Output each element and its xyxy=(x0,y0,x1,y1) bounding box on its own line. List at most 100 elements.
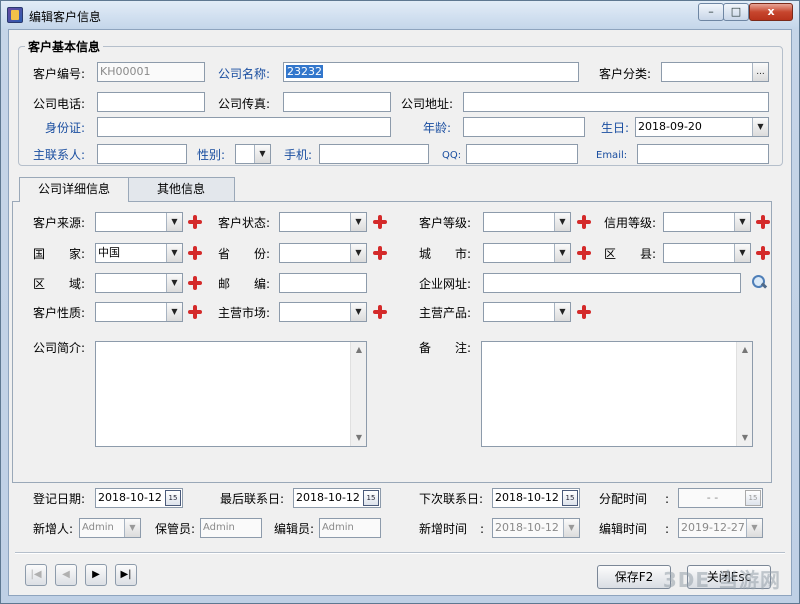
chevron-down-icon[interactable]: ▼ xyxy=(554,303,570,321)
intro-textarea[interactable]: ▲ ▼ xyxy=(95,341,367,447)
add-province-icon[interactable] xyxy=(373,246,387,260)
mobile-field[interactable] xyxy=(319,144,429,164)
add-county-icon[interactable] xyxy=(756,246,770,260)
creator-label: 新增人: xyxy=(33,522,74,536)
email-field[interactable] xyxy=(637,144,769,164)
province-select[interactable]: ▼ xyxy=(279,243,367,263)
phone-field[interactable] xyxy=(97,92,205,112)
assign-time-label: 分配时间 xyxy=(599,492,648,506)
fax-field[interactable] xyxy=(283,92,391,112)
next-record-button[interactable]: ▶ xyxy=(85,564,107,586)
create-time-picker[interactable]: 2018-10-12 ▼ xyxy=(492,518,580,538)
add-source-icon[interactable] xyxy=(188,215,202,229)
add-nature-icon[interactable] xyxy=(188,305,202,319)
credit-select[interactable]: ▼ xyxy=(663,212,751,232)
birthday-value: 2018-09-20 xyxy=(638,120,702,133)
prev-record-button[interactable]: ◀ xyxy=(55,564,77,586)
chevron-down-icon[interactable]: ▼ xyxy=(734,213,750,231)
assign-time-picker[interactable]: - - 15 xyxy=(678,488,763,508)
add-city-icon[interactable] xyxy=(577,246,591,260)
chevron-down-icon[interactable]: ▼ xyxy=(752,118,768,136)
last-contact-picker[interactable]: 2018-10-12 15 xyxy=(293,488,381,508)
app-icon xyxy=(7,7,23,23)
id-card-field[interactable] xyxy=(97,117,391,137)
edit-time-picker[interactable]: 2019-12-27 ▼ xyxy=(678,518,763,538)
add-status-icon[interactable] xyxy=(373,215,387,229)
qq-field[interactable] xyxy=(466,144,578,164)
reg-date-picker[interactable]: 2018-10-12 15 xyxy=(95,488,183,508)
county-select[interactable]: ▼ xyxy=(663,243,751,263)
market-label: 主营市场: xyxy=(218,306,271,320)
gender-select[interactable]: ▼ xyxy=(235,144,271,164)
chevron-down-icon[interactable]: ▼ xyxy=(166,244,182,262)
maximize-button[interactable]: □ xyxy=(723,3,749,21)
chevron-down-icon[interactable]: ▼ xyxy=(734,244,750,262)
city-label: 城 市: xyxy=(419,247,472,261)
level-select[interactable]: ▼ xyxy=(483,212,571,232)
calendar-icon[interactable]: 15 xyxy=(745,490,761,506)
website-field[interactable] xyxy=(483,273,741,293)
level-label: 客户等级: xyxy=(419,216,472,230)
nature-select[interactable]: ▼ xyxy=(95,302,183,322)
add-market-icon[interactable] xyxy=(373,305,387,319)
last-record-button[interactable]: ▶| xyxy=(115,564,137,586)
add-region-icon[interactable] xyxy=(188,276,202,290)
add-level-icon[interactable] xyxy=(577,215,591,229)
city-select[interactable]: ▼ xyxy=(483,243,571,263)
gender-label: 性别: xyxy=(197,148,226,162)
postcode-field[interactable] xyxy=(279,273,367,293)
creator-value: Admin xyxy=(82,522,114,533)
address-field[interactable] xyxy=(463,92,769,112)
birthday-picker[interactable]: 2018-09-20 ▼ xyxy=(635,117,769,137)
category-browse-button[interactable]: ... xyxy=(752,63,768,81)
chevron-down-icon[interactable]: ▼ xyxy=(350,213,366,231)
edit-time-value: 2019-12-27 xyxy=(681,521,745,534)
region-select[interactable]: ▼ xyxy=(95,273,183,293)
company-name-field[interactable]: 23232 xyxy=(283,62,579,82)
chevron-down-icon[interactable]: ▼ xyxy=(350,244,366,262)
calendar-icon[interactable]: 15 xyxy=(363,490,379,506)
chevron-down-icon[interactable]: ▼ xyxy=(563,519,579,537)
chevron-down-icon[interactable]: ▼ xyxy=(746,519,762,537)
intro-scrollbar[interactable]: ▲ ▼ xyxy=(350,342,366,446)
close-window-button[interactable]: x xyxy=(749,3,793,21)
chevron-down-icon[interactable]: ▼ xyxy=(166,303,182,321)
chevron-down-icon[interactable]: ▼ xyxy=(166,274,182,292)
chevron-down-icon[interactable]: ▼ xyxy=(254,145,270,163)
contact-field[interactable] xyxy=(97,144,187,164)
category-field[interactable]: ... xyxy=(661,62,769,82)
search-icon[interactable] xyxy=(751,274,767,290)
country-select[interactable]: 中国 ▼ xyxy=(95,243,183,263)
remark-scrollbar[interactable]: ▲ ▼ xyxy=(736,342,752,446)
customer-no-field[interactable]: KH00001 xyxy=(97,62,205,82)
add-credit-icon[interactable] xyxy=(756,215,770,229)
remark-textarea[interactable]: ▲ ▼ xyxy=(481,341,753,447)
first-record-button[interactable]: |◀ xyxy=(25,564,47,586)
add-product-icon[interactable] xyxy=(577,305,591,319)
chevron-down-icon[interactable]: ▼ xyxy=(350,303,366,321)
footer-separator xyxy=(15,552,785,554)
creator-select[interactable]: Admin ▼ xyxy=(79,518,141,538)
chevron-down-icon[interactable]: ▼ xyxy=(124,519,140,537)
status-select[interactable]: ▼ xyxy=(279,212,367,232)
calendar-icon[interactable]: 15 xyxy=(165,490,181,506)
qq-label: QQ: xyxy=(442,150,462,161)
minimize-button[interactable]: – xyxy=(698,3,724,21)
product-select[interactable]: ▼ xyxy=(483,302,571,322)
chevron-down-icon[interactable]: ▼ xyxy=(166,213,182,231)
tab-company-details[interactable]: 公司详细信息 xyxy=(19,177,129,202)
tab-other-info[interactable]: 其他信息 xyxy=(127,177,235,201)
market-select[interactable]: ▼ xyxy=(279,302,367,322)
next-contact-picker[interactable]: 2018-10-12 15 xyxy=(492,488,580,508)
calendar-icon[interactable]: 15 xyxy=(562,490,578,506)
save-button[interactable]: 保存F2 xyxy=(597,565,671,589)
fax-label: 公司传真: xyxy=(218,97,271,111)
editor-field[interactable]: Admin xyxy=(319,518,381,538)
add-country-icon[interactable] xyxy=(188,246,202,260)
keeper-field[interactable]: Admin xyxy=(200,518,262,538)
age-field[interactable] xyxy=(463,117,585,137)
country-label: 国 家: xyxy=(33,247,86,261)
chevron-down-icon[interactable]: ▼ xyxy=(554,213,570,231)
source-select[interactable]: ▼ xyxy=(95,212,183,232)
chevron-down-icon[interactable]: ▼ xyxy=(554,244,570,262)
